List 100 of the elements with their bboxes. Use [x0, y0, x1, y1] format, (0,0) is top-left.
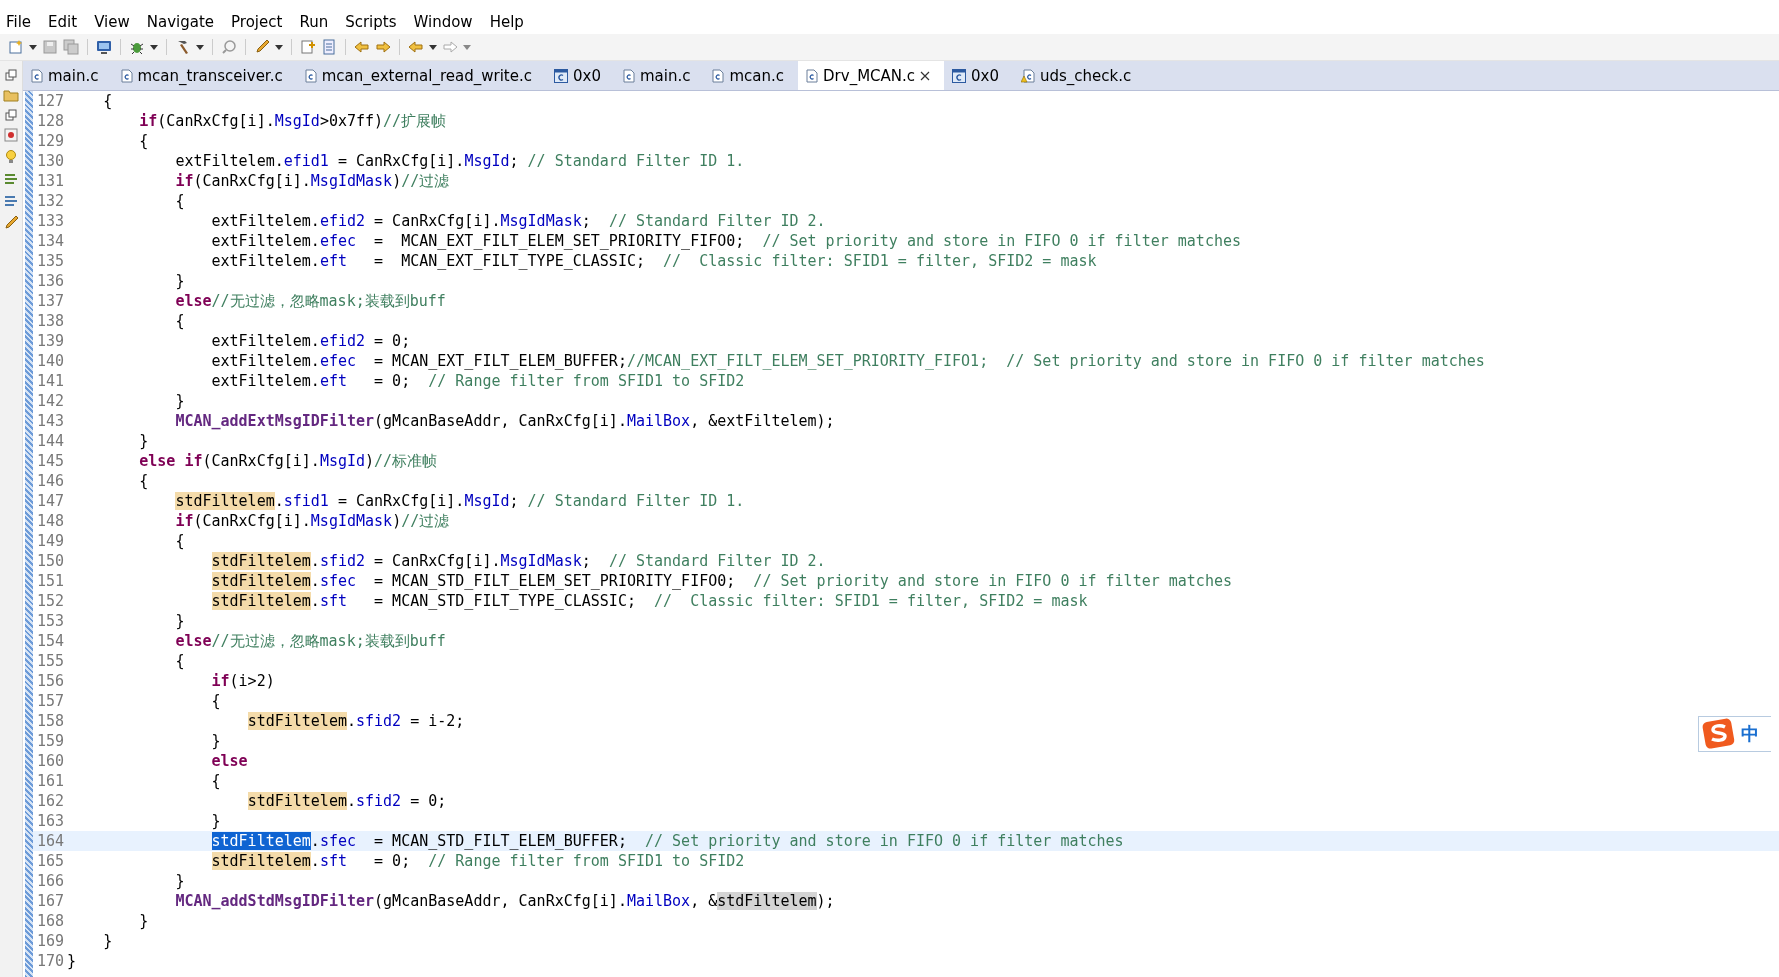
new-file-icon[interactable] — [8, 39, 24, 55]
code-line: stdFiltelem.sft = 0; // Range filter from SFID1 to SFID2 — [210, 852, 745, 870]
code-line: else — [210, 752, 248, 770]
editor-tab[interactable]: main.c — [23, 61, 113, 90]
code-line: stdFiltelem.sfid2 = 0; — [246, 792, 447, 810]
menu-item[interactable]: Run — [299, 13, 329, 31]
line-number: 134 — [36, 232, 66, 250]
magnifier-icon[interactable] — [221, 39, 237, 55]
input-method-bar[interactable]: 中 — [1698, 716, 1771, 752]
document-icon[interactable] — [300, 39, 316, 55]
line-number: 161 — [36, 772, 66, 790]
code-line: extFiltelem.efec = MCAN_EXT_FILT_ELEM_SET_PRIORITY_FIFO0; // Set priority and store in FIFO 0 if filter matches — [210, 232, 1242, 250]
code-line: } — [210, 732, 221, 750]
line-number: 166 — [36, 872, 66, 890]
code-line: { — [138, 132, 149, 150]
code-line: stdFiltelem.sfid1 = CanRxCfg[i].MsgId; // Standard Filter ID 1. — [174, 492, 745, 510]
line-number: 170 — [36, 952, 66, 970]
menu-item[interactable]: Help — [489, 13, 524, 31]
line-number: 169 — [36, 932, 66, 950]
list-icon[interactable] — [321, 39, 337, 55]
line-number: 130 — [36, 152, 66, 170]
code-line: } — [210, 812, 221, 830]
line-number: 132 — [36, 192, 66, 210]
editor-tab[interactable]: mcan_transceiver.c — [112, 61, 297, 90]
line-number: 153 — [36, 612, 66, 630]
code-line: stdFiltelem.sfec = MCAN_STD_FILT_ELEM_SET_PRIORITY_FIFO0; // Set priority and store in FIFO 0 if filter matches — [210, 572, 1232, 590]
line-number: 135 — [36, 252, 66, 270]
code-line: extFiltelem.efec = MCAN_EXT_FILT_ELEM_BUFFER;//MCAN_EXT_FILT_ELEM_SET_PRIORITY_FIFO1; // Set priority and store in FIFO 0 if filter matches — [210, 352, 1485, 370]
outline-icon[interactable] — [3, 171, 19, 187]
restore-icon[interactable] — [5, 109, 17, 121]
line-number: 165 — [36, 852, 66, 870]
line-number: 150 — [36, 552, 66, 570]
line-number: 152 — [36, 592, 66, 610]
line-number: 160 — [36, 752, 66, 770]
editor-tab[interactable]: mcan.c — [704, 61, 799, 90]
editor-tab[interactable]: main.c — [614, 61, 705, 90]
code-line: stdFiltelem.sfec = MCAN_STD_FILT_ELEM_BUFFER; // Set priority and store in FIFO 0 if filter matches — [210, 832, 1124, 850]
pen-icon[interactable] — [3, 215, 19, 231]
c-file-icon — [712, 68, 725, 83]
editor-tab[interactable]: 0x0 — [944, 61, 1013, 90]
code-line: { — [174, 652, 185, 670]
pen-icon[interactable] — [254, 39, 270, 55]
line-number: 158 — [36, 712, 66, 730]
line-number: 156 — [36, 672, 66, 690]
line-number: 149 — [36, 532, 66, 550]
c-window-icon — [952, 68, 967, 83]
line-number: 143 — [36, 412, 66, 430]
close-icon[interactable] — [920, 70, 931, 81]
editor-tab[interactable]: 0x0 — [546, 61, 615, 90]
menu-item[interactable]: Scripts — [345, 13, 397, 31]
line-number: 131 — [36, 172, 66, 190]
line-number: 140 — [36, 352, 66, 370]
back-arrow-icon[interactable] — [408, 39, 424, 55]
back-arrow-icon[interactable] — [354, 39, 370, 55]
line-number: 154 — [36, 632, 66, 650]
code-line: } — [174, 392, 185, 410]
restore-icon[interactable] — [5, 69, 17, 81]
line-number: 133 — [36, 212, 66, 230]
outline-icon[interactable] — [3, 193, 19, 209]
line-number: 157 — [36, 692, 66, 710]
code-line: } — [174, 272, 185, 290]
menu-item[interactable]: View — [94, 13, 130, 31]
code-line: if(CanRxCfg[i].MsgIdMask)//过滤 — [174, 171, 450, 191]
code-line: stdFiltelem.sfid2 = i-2; — [246, 712, 465, 730]
code-line: { — [174, 312, 185, 330]
menu-item[interactable]: Window — [413, 13, 473, 31]
menu-item[interactable]: Edit — [48, 13, 78, 31]
code-line: stdFiltelem.sfid2 = CanRxCfg[i].MsgIdMask; // Standard Filter ID 2. — [210, 552, 826, 570]
lightbulb-icon[interactable] — [3, 149, 19, 165]
code-line: else//无过滤，忽略mask;装载到buff — [174, 291, 446, 311]
code-line: } — [138, 912, 149, 930]
code-line: MCAN_addStdMsgIDFilter(gMcanBaseAddr, CanRxCfg[i].MailBox, &stdFiltelem); — [174, 892, 835, 910]
code-line: MCAN_addExtMsgIDFilter(gMcanBaseAddr, CanRxCfg[i].MailBox, &extFiltelem); — [174, 412, 835, 430]
editor-tab[interactable]: Drv_MCAN.c — [798, 61, 945, 90]
line-number: 148 — [36, 512, 66, 530]
line-number: 144 — [36, 432, 66, 450]
c-file-icon — [806, 68, 819, 83]
editor-tab[interactable]: mcan_external_read_write.c — [296, 61, 546, 90]
c-window-icon — [554, 68, 568, 83]
menu-item[interactable]: File — [6, 13, 32, 31]
forward-arrow-icon[interactable] — [375, 39, 391, 55]
save-all-icon[interactable] — [63, 39, 79, 55]
code-line: { — [210, 772, 221, 790]
line-number: 142 — [36, 392, 66, 410]
code-line: } — [174, 612, 185, 630]
chip-icon[interactable] — [3, 127, 19, 143]
monitor-icon[interactable] — [96, 39, 112, 55]
line-number: 138 — [36, 312, 66, 330]
menu-item[interactable]: Project — [231, 13, 283, 31]
menu-item[interactable]: Navigate — [146, 13, 215, 31]
code-line: if(i>2) — [210, 672, 275, 690]
line-number: 155 — [36, 652, 66, 670]
line-number: 163 — [36, 812, 66, 830]
code-line: stdFiltelem.sft = MCAN_STD_FILT_TYPE_CLASSIC; // Classic filter: SFID1 = filter, SFID2 = mask — [210, 592, 1088, 610]
code-line: } — [67, 952, 77, 970]
editor-tab[interactable]: uds_check.c — [1013, 61, 1146, 90]
input-mode-label[interactable]: 中 — [1741, 722, 1759, 746]
folder-icon[interactable] — [3, 87, 19, 103]
line-number: 139 — [36, 332, 66, 350]
line-number: 146 — [36, 472, 66, 490]
